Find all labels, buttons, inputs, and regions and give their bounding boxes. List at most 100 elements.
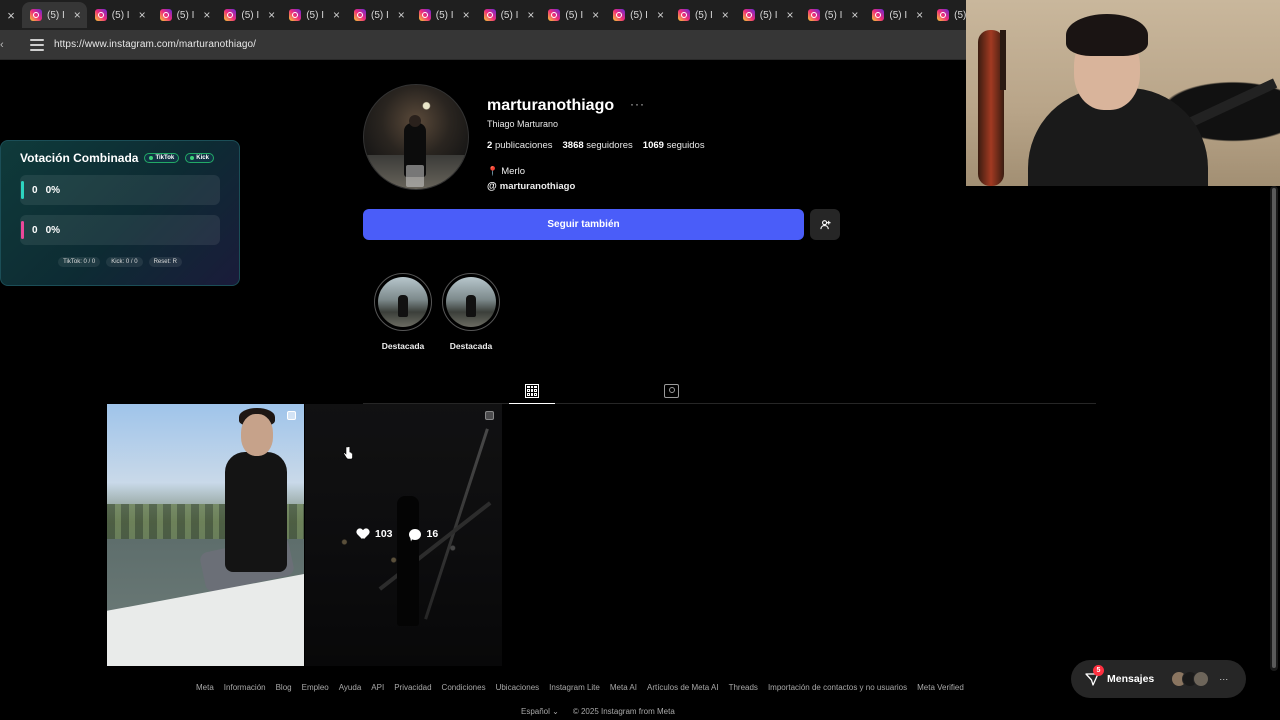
status-dot-icon bbox=[190, 156, 195, 160]
footer-link[interactable]: Ubicaciones bbox=[496, 683, 540, 692]
webcam-overlay bbox=[966, 0, 1280, 186]
close-icon[interactable]: × bbox=[74, 8, 81, 22]
vote-percent: 0% bbox=[45, 224, 61, 236]
footer-link[interactable]: Artículos de Meta AI bbox=[647, 683, 719, 692]
browser-tab[interactable]: (5) I × bbox=[281, 2, 346, 28]
footer-link[interactable]: Instagram Lite bbox=[549, 683, 600, 692]
highlight-item[interactable]: Destacada bbox=[441, 273, 501, 351]
post-thumbnail[interactable] bbox=[107, 404, 304, 666]
chevron-left-icon[interactable]: ‹ bbox=[0, 39, 12, 51]
browser-tab[interactable]: (5) I × bbox=[346, 2, 411, 28]
close-icon[interactable]: × bbox=[139, 8, 146, 22]
close-icon[interactable]: × bbox=[787, 8, 794, 22]
footer-link[interactable]: Ayuda bbox=[339, 683, 362, 692]
footer-link[interactable]: Meta AI bbox=[610, 683, 637, 692]
tab-posts[interactable] bbox=[509, 378, 555, 404]
highlight-label: Destacada bbox=[449, 341, 493, 351]
instagram-icon bbox=[742, 9, 755, 21]
footer-bottom: Español ⌄ © 2025 Instagram from Meta bbox=[521, 707, 675, 716]
profile-stats: 2 publicaciones 3868 seguidores 1069 seg… bbox=[487, 140, 705, 151]
close-icon[interactable]: × bbox=[463, 8, 470, 22]
footer-link[interactable]: Blog bbox=[276, 683, 292, 692]
close-icon[interactable]: × bbox=[268, 8, 275, 22]
footer-link[interactable]: Condiciones bbox=[442, 683, 486, 692]
instagram-icon bbox=[289, 9, 302, 21]
browser-tab[interactable]: (5) I × bbox=[152, 2, 217, 28]
highlight-item[interactable]: Destacada bbox=[373, 273, 433, 351]
close-icon[interactable]: × bbox=[333, 8, 340, 22]
threads-handle: marturanothiago bbox=[499, 181, 576, 192]
tiktok-badge: TikTok bbox=[144, 153, 180, 163]
status-dot-icon bbox=[149, 156, 154, 160]
close-icon[interactable]: × bbox=[657, 8, 664, 22]
kick-tally: Kick: 0 / 0 bbox=[106, 257, 143, 267]
unread-badge: 5 bbox=[1093, 665, 1104, 676]
browser-tab[interactable]: (5) I × bbox=[605, 2, 670, 28]
footer-link[interactable]: Privacidad bbox=[394, 683, 431, 692]
badge-label: Kick bbox=[196, 155, 209, 161]
browser-tab[interactable]: (5) I × bbox=[87, 2, 152, 28]
page-scrollbar[interactable] bbox=[1270, 186, 1278, 671]
tab-label: (5) I bbox=[824, 9, 843, 21]
follow-back-button[interactable]: Seguir también bbox=[363, 209, 804, 240]
post-thumbnail[interactable]: 103 16 bbox=[305, 404, 502, 666]
tab-tagged[interactable] bbox=[648, 378, 694, 404]
footer-link[interactable]: Meta Verified bbox=[917, 683, 964, 692]
vote-fill bbox=[21, 221, 24, 239]
footer-link[interactable]: API bbox=[371, 683, 384, 692]
instagram-icon bbox=[159, 9, 172, 21]
site-settings-icon[interactable] bbox=[30, 38, 44, 52]
more-options-icon[interactable]: ··· bbox=[630, 97, 645, 111]
close-icon[interactable]: × bbox=[851, 8, 858, 22]
more-options-icon[interactable]: ··· bbox=[1219, 674, 1228, 684]
person-add-icon[interactable] bbox=[810, 209, 840, 240]
vote-widget: Votación Combinada TikTok Kick 0 0% 0 0%… bbox=[0, 140, 240, 286]
footer-link[interactable]: Información bbox=[224, 683, 266, 692]
url-field[interactable]: https://www.instagram.com/marturanothiag… bbox=[54, 39, 256, 50]
likes-stat: 103 bbox=[357, 528, 393, 540]
tab-label: (5) I bbox=[370, 9, 389, 21]
browser-tab[interactable]: (5) I × bbox=[670, 2, 735, 28]
followers-stat[interactable]: 3868 seguidores bbox=[563, 140, 633, 151]
browser-tab[interactable]: (5) I × bbox=[864, 2, 929, 28]
highlight-ring bbox=[374, 273, 432, 331]
comment-icon bbox=[408, 528, 421, 540]
instagram-icon bbox=[483, 9, 496, 21]
language-select[interactable]: Español ⌄ bbox=[521, 707, 559, 716]
browser-tab[interactable]: (5) I × bbox=[476, 2, 541, 28]
browser-tab[interactable]: (5) I × bbox=[540, 2, 605, 28]
comments-stat: 16 bbox=[408, 528, 438, 540]
carousel-icon bbox=[485, 411, 494, 420]
messenger-icon: 5 bbox=[1085, 665, 1104, 686]
footer-link[interactable]: Meta bbox=[196, 683, 214, 692]
browser-tab[interactable]: (5) I × bbox=[735, 2, 800, 28]
footer-link[interactable]: Threads bbox=[729, 683, 758, 692]
heart-icon bbox=[357, 529, 369, 540]
close-icon[interactable]: × bbox=[0, 8, 22, 23]
close-icon[interactable]: × bbox=[203, 8, 210, 22]
close-icon[interactable]: × bbox=[722, 8, 729, 22]
close-icon[interactable]: × bbox=[398, 8, 405, 22]
browser-tab[interactable]: (5) I × bbox=[411, 2, 476, 28]
tagged-icon bbox=[663, 384, 679, 398]
tab-label: (5) I bbox=[435, 9, 454, 21]
reset-hint: Reset: R bbox=[148, 257, 182, 267]
instagram-icon bbox=[807, 9, 820, 21]
close-icon[interactable]: × bbox=[916, 8, 923, 22]
close-icon[interactable]: × bbox=[527, 8, 534, 22]
close-icon[interactable]: × bbox=[592, 8, 599, 22]
instagram-icon bbox=[418, 9, 431, 21]
profile-avatar[interactable] bbox=[363, 84, 469, 190]
browser-tab[interactable]: (5) I × bbox=[22, 2, 87, 28]
messages-label: Mensajes bbox=[1107, 673, 1155, 685]
browser-tab[interactable]: (5) I × bbox=[800, 2, 865, 28]
threads-link[interactable]: @ marturanothiago bbox=[487, 181, 575, 192]
tab-label: (5) I bbox=[306, 9, 324, 21]
messages-button[interactable]: 5 Mensajes ··· bbox=[1071, 660, 1246, 698]
chevron-down-icon: ⌄ bbox=[552, 707, 559, 716]
footer-link[interactable]: Empleo bbox=[302, 683, 329, 692]
instagram-icon bbox=[613, 9, 626, 21]
browser-tab[interactable]: (5) I × bbox=[216, 2, 281, 28]
following-stat[interactable]: 1069 seguidos bbox=[643, 140, 705, 151]
footer-link[interactable]: Importación de contactos y no usuarios bbox=[768, 683, 907, 692]
